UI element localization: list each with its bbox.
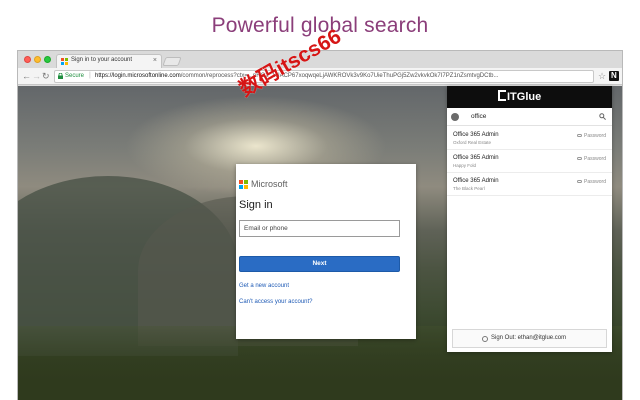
result-title: Office 365 Admin — [453, 132, 499, 138]
minimize-window-button[interactable] — [34, 56, 41, 63]
search-result-item[interactable]: Office 365 Admin Oxford Real Estate Pass… — [447, 127, 612, 150]
browser-tab[interactable]: Sign in to your account × — [56, 54, 162, 68]
result-type: Password — [577, 133, 606, 139]
itglue-logo: ITGlue — [498, 90, 541, 103]
key-icon — [577, 134, 583, 137]
maximize-window-button[interactable] — [44, 56, 51, 63]
microsoft-favicon-icon — [61, 58, 68, 65]
result-organization: The Black Pearl — [453, 186, 485, 191]
tab-close-icon[interactable]: × — [153, 57, 157, 65]
microsoft-signin-card: Microsoft Sign in Email or phone Next Ge… — [236, 164, 416, 339]
itglue-extension-icon[interactable]: N — [609, 71, 619, 81]
result-type: Password — [577, 156, 606, 162]
address-bar[interactable]: Secure | https://login.microsoftonline.c… — [54, 70, 594, 83]
result-title: Office 365 Admin — [453, 178, 499, 184]
reload-icon[interactable]: ↻ — [42, 70, 50, 82]
search-icon[interactable] — [599, 113, 606, 120]
tab-title: Sign in to your account — [71, 57, 133, 63]
close-window-button[interactable] — [24, 56, 31, 63]
result-organization: Happy Fold — [453, 163, 477, 168]
result-type: Password — [577, 179, 606, 185]
microsoft-logo-icon — [239, 180, 248, 189]
signout-icon — [482, 336, 488, 342]
back-arrow-icon[interactable]: ← — [22, 70, 31, 82]
microsoft-brand: Microsoft — [251, 179, 288, 189]
itglue-popup: ITGlue office Office 365 Admin Oxford Re… — [447, 86, 612, 352]
itglue-mark-icon — [498, 90, 506, 101]
new-tab-button[interactable] — [162, 57, 182, 66]
itglue-header: ITGlue — [447, 86, 612, 108]
url-separator: | — [89, 72, 91, 79]
lock-icon — [58, 73, 63, 79]
cant-access-link[interactable]: Can't access your account? — [239, 299, 313, 305]
email-field[interactable]: Email or phone — [239, 220, 400, 237]
signout-label: Sign Out: ethan@itglue.com — [491, 335, 567, 341]
new-account-link[interactable]: Get a new account — [239, 283, 289, 289]
browser-toolbar: ← → ↻ Secure | https://login.microsofton… — [18, 68, 622, 85]
result-title: Office 365 Admin — [453, 155, 499, 161]
search-result-item[interactable]: Office 365 Admin Happy Fold Password — [447, 150, 612, 173]
signin-heading: Sign in — [239, 199, 273, 211]
itglue-search-bar[interactable]: office — [447, 110, 612, 126]
key-icon — [577, 180, 583, 183]
next-button[interactable]: Next — [239, 256, 400, 272]
browser-window: Sign in to your account × ← → ↻ Secure |… — [17, 50, 623, 400]
globe-icon[interactable] — [451, 113, 459, 121]
signout-button[interactable]: Sign Out: ethan@itglue.com — [452, 329, 607, 348]
search-result-item[interactable]: Office 365 Admin The Black Pearl Passwor… — [447, 173, 612, 196]
forward-arrow-icon[interactable]: → — [32, 70, 41, 82]
key-icon — [577, 157, 583, 160]
bookmark-star-icon[interactable]: ☆ — [598, 70, 606, 82]
search-input[interactable]: office — [471, 113, 486, 120]
secure-label: Secure — [65, 73, 85, 79]
result-organization: Oxford Real Estate — [453, 140, 492, 145]
